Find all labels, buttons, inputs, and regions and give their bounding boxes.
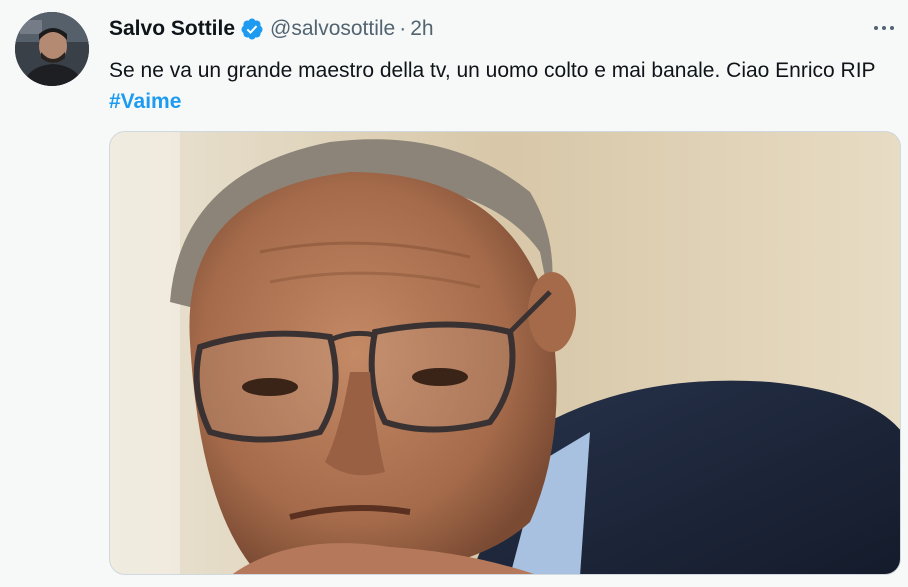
hashtag-link[interactable]: #Vaime — [109, 90, 181, 113]
author-display-name[interactable]: Salvo Sottile — [109, 17, 235, 41]
tweet-text: Se ne va un grande maestro della tv, un … — [109, 55, 889, 117]
tweet-card[interactable]: Salvo Sottile @salvosottile · 2h Se ne v… — [0, 0, 908, 587]
verified-badge-icon — [240, 17, 264, 41]
tweet-timestamp[interactable]: 2h — [410, 17, 433, 41]
tweet-photo[interactable] — [109, 131, 901, 575]
avatar[interactable] — [15, 12, 89, 86]
portrait-photo — [110, 132, 900, 574]
header-separator: · — [399, 17, 407, 40]
more-options-button[interactable] — [870, 14, 898, 42]
author-handle[interactable]: @salvosottile — [270, 17, 395, 41]
more-horizontal-icon — [874, 26, 894, 30]
tweet-header: Salvo Sottile @salvosottile · 2h — [109, 14, 848, 44]
avatar-image — [15, 12, 89, 86]
tweet-text-body: Se ne va un grande maestro della tv, un … — [109, 59, 876, 82]
